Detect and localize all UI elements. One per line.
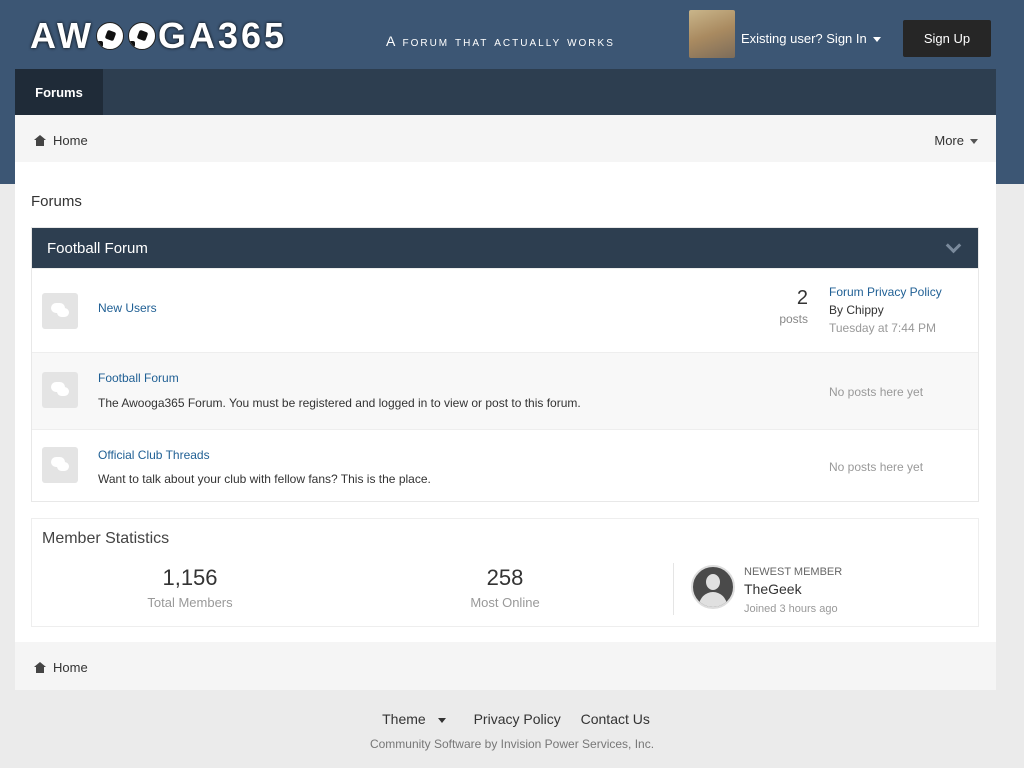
theme-menu[interactable]: Theme	[374, 711, 454, 727]
home-icon	[34, 662, 46, 673]
forum-description: The Awooga365 Forum. You must be registe…	[98, 396, 581, 410]
copyright-text: Community Software by Invision Power Ser…	[369, 737, 655, 751]
breadcrumb-home[interactable]: Home	[34, 660, 88, 675]
breadcrumb-home-label: Home	[53, 133, 88, 148]
no-posts-text: No posts here yet	[829, 385, 924, 399]
theme-label: Theme	[382, 711, 426, 727]
category-header: Football Forum	[32, 228, 978, 268]
more-menu[interactable]: More	[934, 133, 978, 148]
more-label: More	[934, 133, 964, 148]
breadcrumb-bottom: Home	[15, 642, 996, 690]
site-logo[interactable]: AW GA365	[30, 14, 287, 58]
stat-most-online: 258 Most Online	[405, 565, 605, 610]
forum-category: Football Forum New Users 2 posts Forum P…	[31, 227, 979, 502]
post-count-value: 2	[796, 287, 808, 309]
newest-member-label: Newest Member	[744, 566, 843, 578]
total-members-value: 1,156	[162, 565, 218, 590]
footer-links: Theme Privacy Policy Contact Us	[0, 711, 1024, 727]
last-post-author[interactable]: By Chippy	[829, 301, 942, 319]
football-icon	[128, 22, 156, 50]
breadcrumb: Home More	[15, 115, 996, 162]
signin-label: Existing user? Sign In	[741, 31, 867, 46]
contact-us-link[interactable]: Contact Us	[581, 711, 650, 727]
collapse-chevron-icon[interactable]	[946, 240, 960, 254]
tab-forums[interactable]: Forums	[15, 69, 103, 115]
caret-down-icon	[437, 717, 446, 723]
header-avatar-image	[689, 10, 735, 58]
member-statistics: Member Statistics 1,156 Total Members 25…	[31, 518, 979, 627]
forum-name-link[interactable]: Football Forum	[98, 371, 179, 385]
forum-name-link[interactable]: New Users	[98, 301, 157, 315]
forum-description: Want to talk about your club with fellow…	[98, 472, 431, 486]
post-count-label: posts	[779, 312, 808, 326]
home-icon	[34, 135, 46, 146]
forum-row: Football Forum The Awooga365 Forum. You …	[32, 352, 978, 429]
logo-text-right: GA365	[158, 15, 288, 56]
newest-member-avatar[interactable]	[691, 565, 735, 609]
forum-chat-icon	[42, 372, 78, 408]
page-title: Forums	[31, 193, 82, 210]
signin-dropdown[interactable]: Existing user? Sign In	[741, 31, 881, 46]
forum-row: New Users 2 posts Forum Privacy Policy B…	[32, 268, 978, 352]
forum-chat-icon	[42, 293, 78, 329]
total-members-label: Total Members	[147, 595, 233, 610]
stats-divider	[673, 563, 674, 615]
last-post-date: Tuesday at 7:44 PM	[829, 321, 936, 335]
last-post-title-link[interactable]: Forum Privacy Policy	[829, 283, 942, 301]
last-post-info: Forum Privacy Policy By Chippy Tuesday a…	[829, 283, 942, 337]
stat-total-members: 1,156 Total Members	[90, 565, 290, 610]
post-count: 2 posts	[779, 287, 808, 328]
most-online-value: 258	[486, 565, 524, 590]
breadcrumb-home[interactable]: Home	[34, 133, 88, 148]
privacy-policy-link[interactable]: Privacy Policy	[474, 711, 561, 727]
caret-down-icon	[872, 37, 881, 43]
site-tagline: A forum that actually works	[386, 33, 615, 49]
site-header: AW GA365 A forum that actually works Exi…	[0, 0, 1024, 70]
caret-down-icon	[970, 139, 978, 145]
football-icon	[96, 22, 124, 50]
forum-chat-icon	[42, 447, 78, 483]
forum-name-link[interactable]: Official Club Threads	[98, 448, 210, 462]
stats-title: Member Statistics	[42, 530, 170, 547]
main-content: Home More Forums Football Forum New User…	[15, 115, 996, 690]
newest-member-joined: Joined 3 hours ago	[744, 603, 838, 615]
no-posts-text: No posts here yet	[829, 460, 924, 474]
forum-row: Official Club Threads Want to talk about…	[32, 429, 978, 502]
main-nav: Forums	[15, 69, 996, 115]
category-title[interactable]: Football Forum	[47, 240, 148, 257]
signup-button[interactable]: Sign Up	[903, 20, 991, 57]
most-online-label: Most Online	[470, 595, 540, 610]
breadcrumb-home-label: Home	[53, 660, 88, 675]
logo-text-left: AW	[30, 15, 94, 56]
newest-member-name[interactable]: TheGeek	[744, 581, 802, 597]
